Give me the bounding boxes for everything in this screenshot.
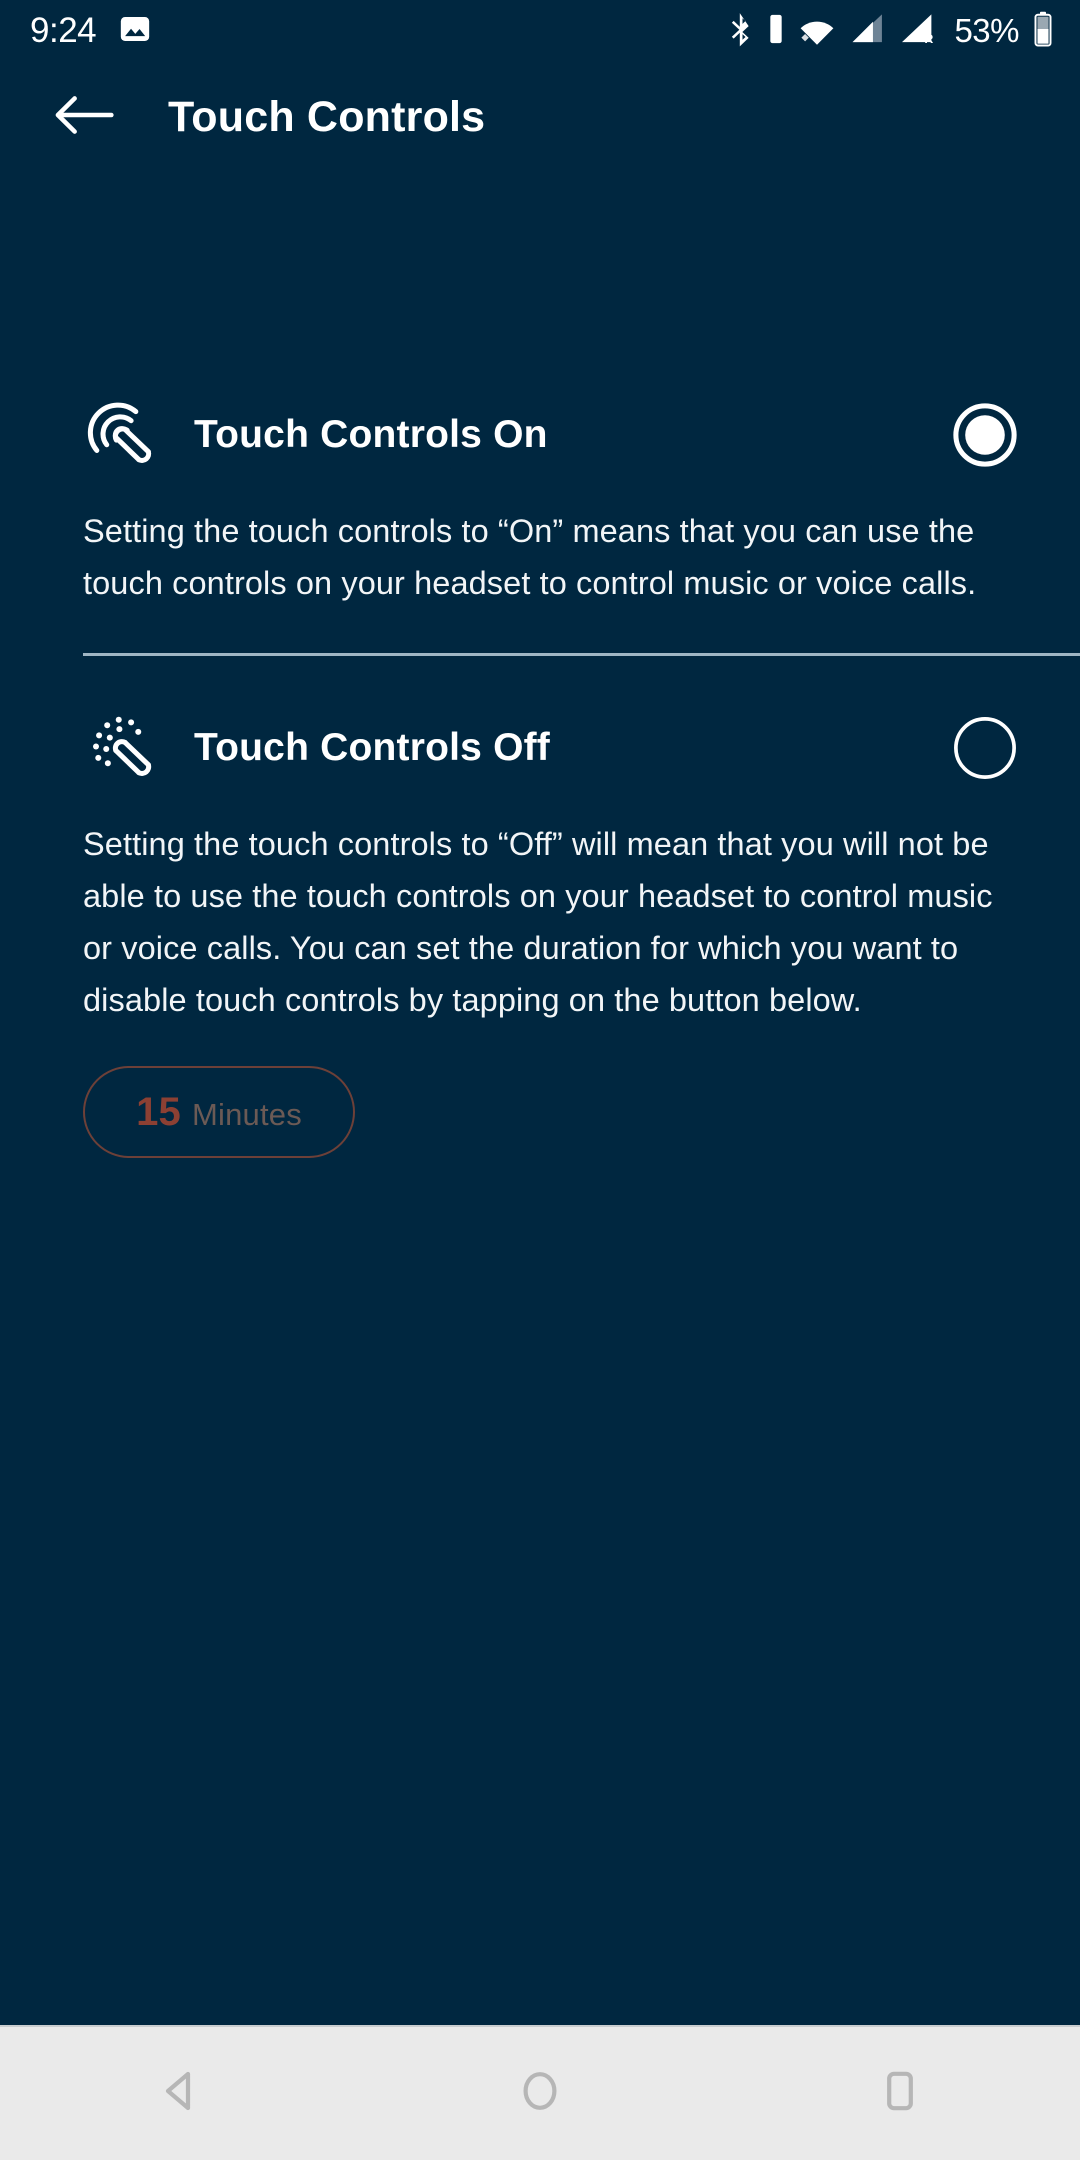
status-bar: 9:24 R 53% [0, 0, 1080, 62]
back-button[interactable] [46, 78, 124, 156]
signal-icon [850, 12, 886, 51]
nav-home-icon [516, 2067, 564, 2120]
radio-touch-controls-off[interactable] [952, 715, 1018, 781]
nav-recents-button[interactable] [825, 2026, 975, 2160]
duration-button[interactable]: 15 Minutes [83, 1066, 355, 1158]
nav-recents-icon [876, 2067, 924, 2120]
roaming-label: R [925, 31, 934, 45]
option-touch-controls-on[interactable]: Touch Controls On Setting the touch cont… [0, 387, 1080, 609]
section-divider [83, 653, 1080, 656]
touch-gesture-off-icon [83, 709, 161, 787]
signal-roaming-icon: R [899, 12, 939, 51]
option-description-on: Setting the touch controls to “On” means… [83, 513, 977, 601]
option-header-off[interactable]: Touch Controls Off [0, 700, 1080, 796]
duration-unit: Minutes [191, 1096, 302, 1132]
option-touch-controls-off[interactable]: Touch Controls Off Setting the touch con… [0, 700, 1080, 1158]
main-content: Touch Controls On Setting the touch cont… [0, 172, 1080, 2025]
status-bar-left: 9:24 [30, 11, 152, 51]
option-description-off: Setting the touch controls to “Off” will… [83, 826, 993, 1018]
option-title-off: Touch Controls Off [194, 726, 550, 769]
bluetooth-icon [727, 11, 755, 52]
nav-back-button[interactable] [105, 2026, 255, 2160]
android-nav-bar [0, 2025, 1080, 2160]
bluetooth-battery-icon [768, 12, 784, 51]
option-title-on: Touch Controls On [194, 413, 548, 456]
touch-gesture-on-icon [83, 396, 161, 474]
phone-screen: 9:24 R 53% Touch Controls Touch Controls… [0, 0, 1080, 2160]
nav-back-icon [156, 2067, 204, 2120]
clock-time: 9:24 [30, 11, 97, 50]
image-icon [118, 12, 152, 51]
page-title: Touch Controls [168, 92, 486, 141]
wifi-icon [797, 12, 837, 51]
status-bar-right: R 53% [727, 11, 1054, 52]
duration-button-wrap: 15 Minutes [0, 1026, 1080, 1158]
radio-touch-controls-on[interactable] [952, 402, 1018, 468]
back-arrow-icon [53, 91, 117, 144]
app-bar: Touch Controls [0, 62, 1080, 172]
nav-home-button[interactable] [465, 2026, 615, 2160]
battery-icon [1032, 11, 1054, 52]
duration-value: 15 [136, 1089, 181, 1134]
duration-button-content: 15 Minutes [136, 1090, 302, 1135]
battery-percent-label: 53% [954, 12, 1019, 49]
option-header-on[interactable]: Touch Controls On [0, 387, 1080, 483]
